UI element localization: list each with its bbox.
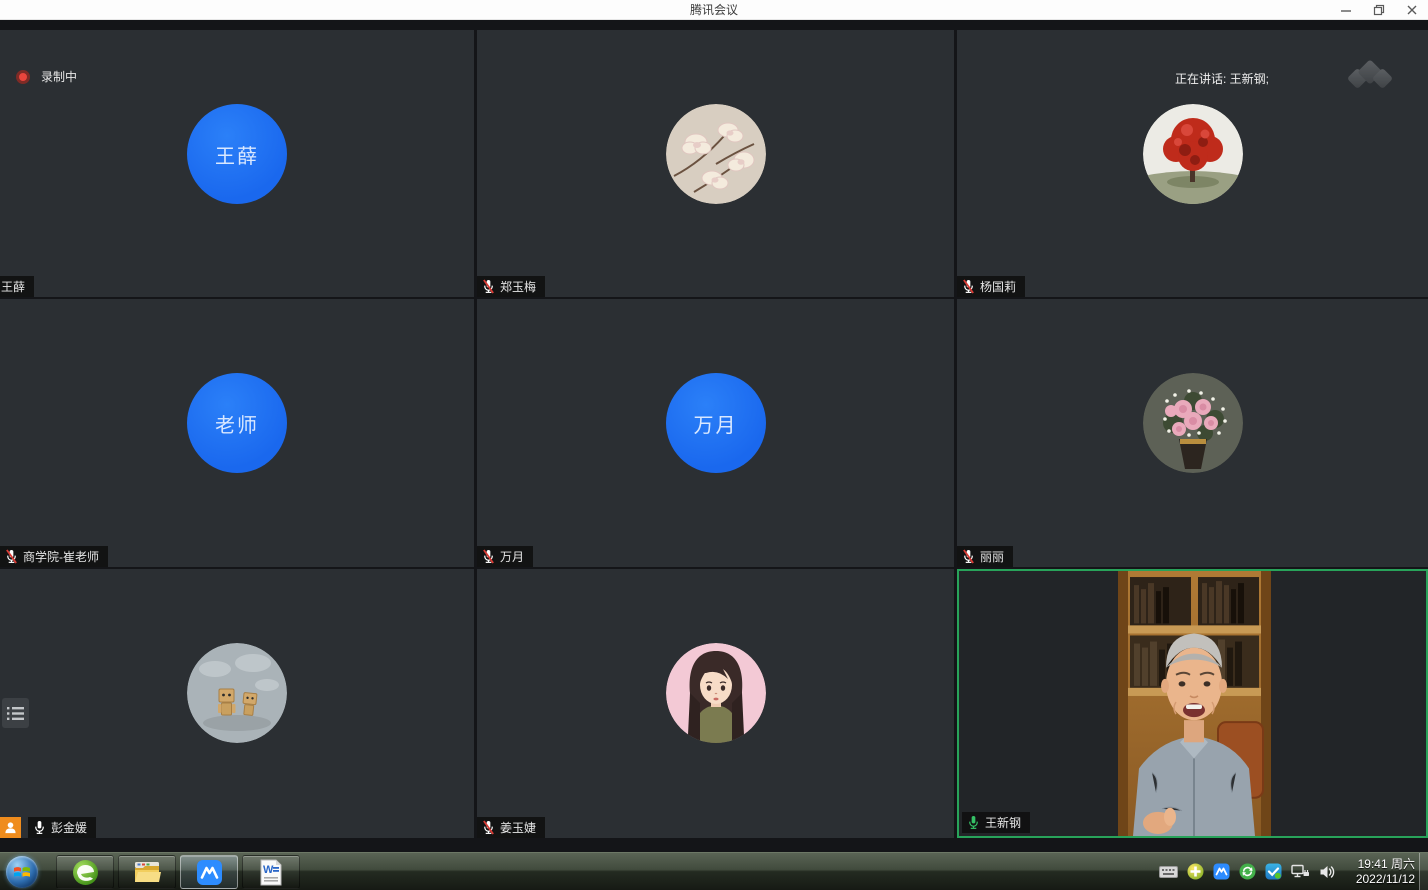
- minimize-button[interactable]: [1329, 0, 1362, 20]
- recording-label: 录制中: [41, 68, 77, 85]
- speaking-banner: 正在讲话: 王新钢;: [1175, 70, 1269, 87]
- browser-e-icon: [72, 859, 99, 886]
- participant-name-tag: 万月: [477, 546, 533, 567]
- host-badge: [0, 817, 21, 838]
- participant-tile[interactable]: 录制中 王薛 王薛: [0, 30, 474, 297]
- mic-muted-icon: [962, 549, 975, 564]
- start-button[interactable]: [6, 856, 38, 888]
- avatar: [666, 643, 766, 743]
- participant-tile-speaking[interactable]: 王新钢: [957, 569, 1428, 838]
- person-icon: [4, 821, 17, 834]
- taskbar-app-tencent-meeting[interactable]: [180, 855, 238, 889]
- participant-name-tag: 彭金媛: [28, 817, 96, 838]
- avatar: 王薛: [187, 104, 287, 204]
- network-icon[interactable]: [1291, 864, 1310, 880]
- participant-name-tag: 郑玉梅: [477, 276, 545, 297]
- mic-speaking-icon: [967, 815, 980, 830]
- titlebar: 腾讯会议: [0, 0, 1428, 20]
- svg-text:W: W: [263, 864, 274, 876]
- magnolia-photo: [666, 104, 766, 204]
- participant-name-tag: 王新钢: [962, 812, 1030, 833]
- windows-logo-icon: [13, 863, 31, 881]
- mic-muted-icon: [962, 279, 975, 294]
- wps-writer-icon: W: [259, 859, 283, 886]
- cartoon-girl-photo: [666, 643, 766, 743]
- participant-name-tag: 丽丽: [957, 546, 1013, 567]
- input-method-icon[interactable]: [1159, 865, 1178, 879]
- participant-tile[interactable]: 万月 万月: [477, 299, 954, 567]
- tencent-meeting-icon: [196, 859, 223, 886]
- system-tray: [1159, 853, 1336, 890]
- bouquet-photo: [1143, 373, 1243, 473]
- live-video: [1118, 571, 1271, 836]
- list-icon: [7, 706, 24, 721]
- avatar: 老师: [187, 373, 287, 473]
- mic-muted-icon: [482, 549, 495, 564]
- mic-on-icon: [33, 820, 46, 835]
- participant-tile[interactable]: 正在讲话: 王新钢;: [957, 30, 1428, 297]
- participant-tile[interactable]: 丽丽: [957, 299, 1428, 567]
- participant-name-tag: 王薛: [0, 276, 34, 297]
- taskbar-app-browser[interactable]: [56, 855, 114, 889]
- clock-time: 19:41 周六: [1356, 857, 1415, 872]
- avatar: [1143, 104, 1243, 204]
- mic-muted-icon: [482, 820, 495, 835]
- participant-tile[interactable]: 老师 商学院-崔老师: [0, 299, 474, 567]
- clock-date: 2022/11/12: [1356, 872, 1415, 887]
- member-list-toggle[interactable]: [2, 698, 29, 728]
- avatar: [666, 104, 766, 204]
- taskbar-app-explorer[interactable]: [118, 855, 176, 889]
- docs-check-icon[interactable]: [1265, 863, 1282, 880]
- taskbar-app-wps[interactable]: W: [242, 855, 300, 889]
- participant-tile[interactable]: 彭金媛: [0, 569, 474, 838]
- minimize-icon: [1340, 4, 1352, 16]
- folder-icon: [133, 860, 161, 884]
- participant-tile[interactable]: 郑玉梅: [477, 30, 954, 297]
- tencent-meeting-tray-icon[interactable]: [1213, 863, 1230, 880]
- close-button[interactable]: [1395, 0, 1428, 20]
- live-video-frame: [1118, 571, 1271, 836]
- restore-icon: [1373, 4, 1385, 16]
- show-desktop-button[interactable]: [1419, 853, 1428, 890]
- mic-muted-icon: [5, 549, 18, 564]
- meeting-logo-watermark-icon: [1350, 62, 1396, 90]
- window-title: 腾讯会议: [690, 1, 738, 18]
- mic-muted-icon: [482, 279, 495, 294]
- avatar: 万月: [666, 373, 766, 473]
- tencent-meeting-window: 腾讯会议 录制中 王薛 王薛: [0, 0, 1428, 890]
- restore-button[interactable]: [1362, 0, 1395, 20]
- red-maple-photo: [1143, 104, 1243, 204]
- close-icon: [1406, 4, 1418, 16]
- volume-icon[interactable]: [1319, 864, 1336, 880]
- participant-name-tag: 商学院-崔老师: [0, 546, 108, 567]
- avatar: [1143, 373, 1243, 473]
- participant-name-tag: 杨国莉: [957, 276, 1025, 297]
- windows-taskbar: W: [0, 852, 1428, 890]
- antivirus-shield-icon[interactable]: [1187, 863, 1204, 880]
- toy-figures-photo: [187, 643, 287, 743]
- participant-name-tag: 姜玉婕: [477, 817, 545, 838]
- recording-dot-icon: [16, 70, 30, 84]
- recording-indicator: 录制中: [16, 68, 77, 85]
- window-controls: [1329, 0, 1428, 20]
- participant-tile[interactable]: 姜玉婕: [477, 569, 954, 838]
- safe-center-icon[interactable]: [1239, 863, 1256, 880]
- avatar: [187, 643, 287, 743]
- taskbar-clock[interactable]: 19:41 周六 2022/11/12: [1356, 857, 1415, 887]
